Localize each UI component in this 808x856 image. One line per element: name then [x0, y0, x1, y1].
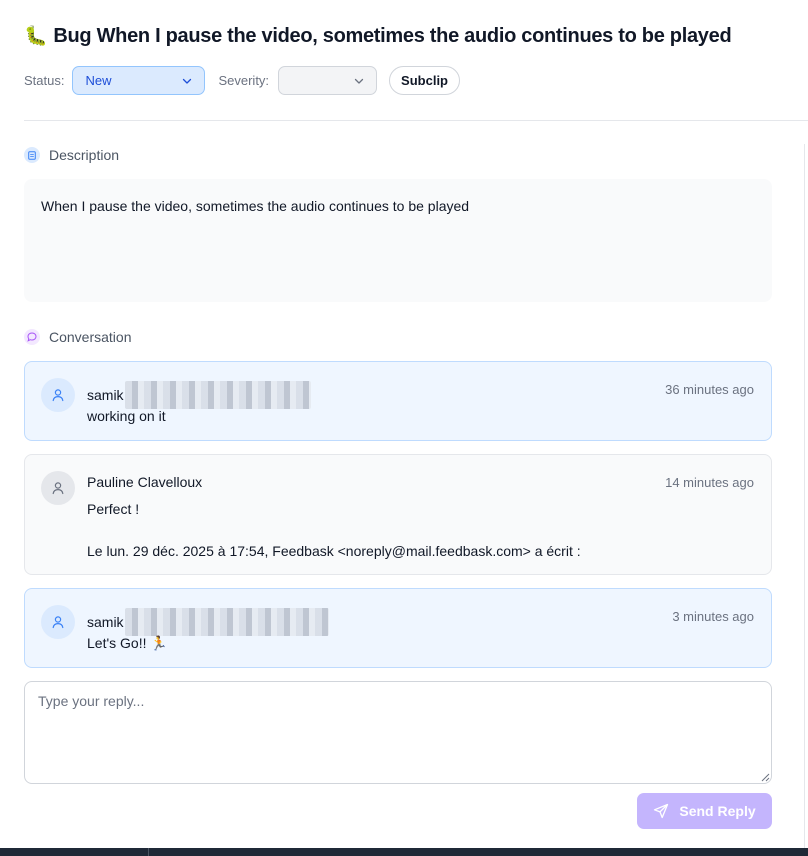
message-body: Let's Go!! 🏃: [87, 635, 168, 651]
paper-plane-icon: [654, 803, 669, 819]
avatar: [41, 378, 75, 412]
conversation-heading: Conversation: [24, 329, 132, 345]
severity-label: Severity:: [218, 73, 270, 88]
message-author: samik: [87, 608, 329, 636]
message-author-name: samik: [87, 614, 124, 630]
message-body: working on it: [87, 408, 166, 424]
conversation-heading-text: Conversation: [49, 329, 132, 345]
ticket-meta-row: Status: New Severity: Subclip: [24, 66, 460, 95]
subclip-button[interactable]: Subclip: [389, 66, 460, 95]
avatar: [41, 471, 75, 505]
reply-input[interactable]: [24, 681, 772, 784]
redacted-author-blur: [124, 381, 311, 409]
status-label: Status:: [24, 73, 65, 88]
bug-icon: 🐛: [24, 26, 48, 47]
chat-bubble-icon: [24, 329, 40, 345]
description-heading-text: Description: [49, 147, 120, 163]
user-icon: [52, 616, 64, 629]
user-icon: [52, 389, 64, 402]
ticket-panel: 🐛 Bug When I pause the video, sometimes …: [0, 0, 808, 848]
message-body: Perfect ! Le lun. 29 déc. 2025 à 17:54, …: [87, 501, 581, 559]
resize-grip-icon[interactable]: [760, 772, 770, 782]
message-author-name: Pauline Clavelloux: [87, 474, 203, 490]
status-select[interactable]: New: [72, 66, 206, 95]
message-time: 14 minutes ago: [665, 475, 754, 490]
severity-select[interactable]: [278, 66, 378, 95]
message-item: samik 3 minutes ago Let's Go!! 🏃: [24, 588, 772, 668]
ticket-title-text: Bug When I pause the video, sometimes th…: [53, 24, 732, 47]
document-icon: [24, 147, 40, 163]
message-time: 36 minutes ago: [665, 382, 754, 397]
user-icon: [52, 482, 64, 495]
send-reply-button[interactable]: Send Reply: [637, 793, 772, 829]
message-item: Pauline Clavelloux 14 minutes ago Perfec…: [24, 454, 772, 575]
redacted-author-blur: [124, 608, 329, 636]
window-bottom-edge: [0, 848, 808, 856]
message-time: 3 minutes ago: [672, 609, 754, 624]
send-reply-label: Send Reply: [679, 803, 756, 819]
message-author: Pauline Clavelloux: [87, 474, 202, 490]
description-text: When I pause the video, sometimes the au…: [24, 179, 772, 302]
message-item: samik 36 minutes ago working on it: [24, 361, 772, 441]
header-divider: [24, 120, 808, 121]
ticket-title: 🐛 Bug When I pause the video, sometimes …: [24, 20, 732, 52]
scroll-edge: [804, 144, 805, 848]
chevron-down-icon: [183, 78, 192, 84]
chevron-down-icon: [354, 78, 364, 84]
avatar: [41, 605, 75, 639]
message-author-name: samik: [87, 387, 124, 403]
message-author: samik: [87, 381, 311, 409]
status-value: New: [85, 73, 112, 88]
description-heading: Description: [24, 147, 119, 163]
